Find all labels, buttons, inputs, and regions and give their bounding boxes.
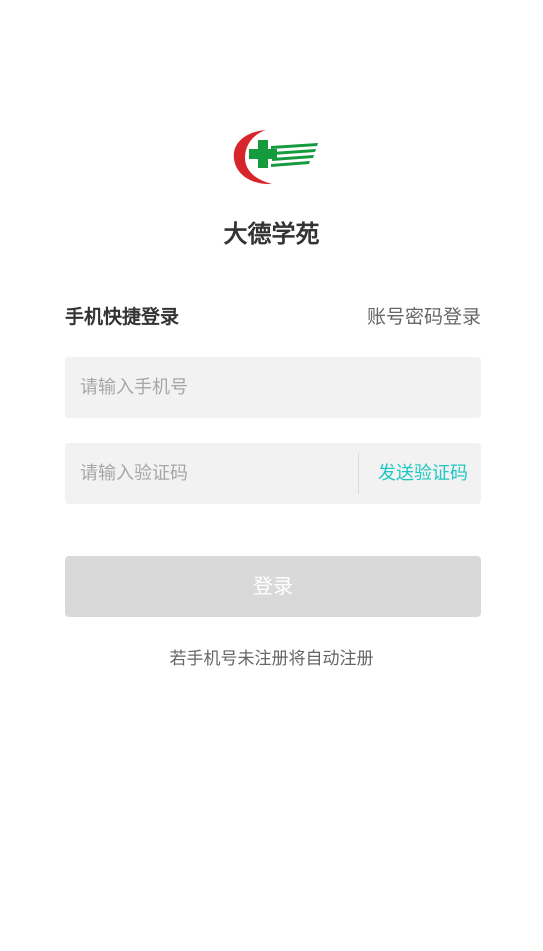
login-tabs: 手机快捷登录 账号密码登录: [65, 302, 481, 332]
tab-phone-login[interactable]: 手机快捷登录: [65, 302, 179, 329]
tab-password-login[interactable]: 账号密码登录: [367, 302, 481, 329]
code-field: 发送验证码: [65, 443, 481, 504]
code-divider: [358, 453, 359, 494]
code-input[interactable]: [65, 443, 358, 504]
phone-input[interactable]: [65, 357, 481, 418]
phone-field: [65, 357, 481, 418]
login-button[interactable]: 登录: [65, 556, 481, 617]
app-name: 大德学苑: [223, 220, 320, 248]
send-code-button[interactable]: 发送验证码: [378, 443, 468, 504]
app-logo: [233, 130, 318, 185]
auto-register-hint: 若手机号未注册将自动注册: [169, 649, 374, 669]
